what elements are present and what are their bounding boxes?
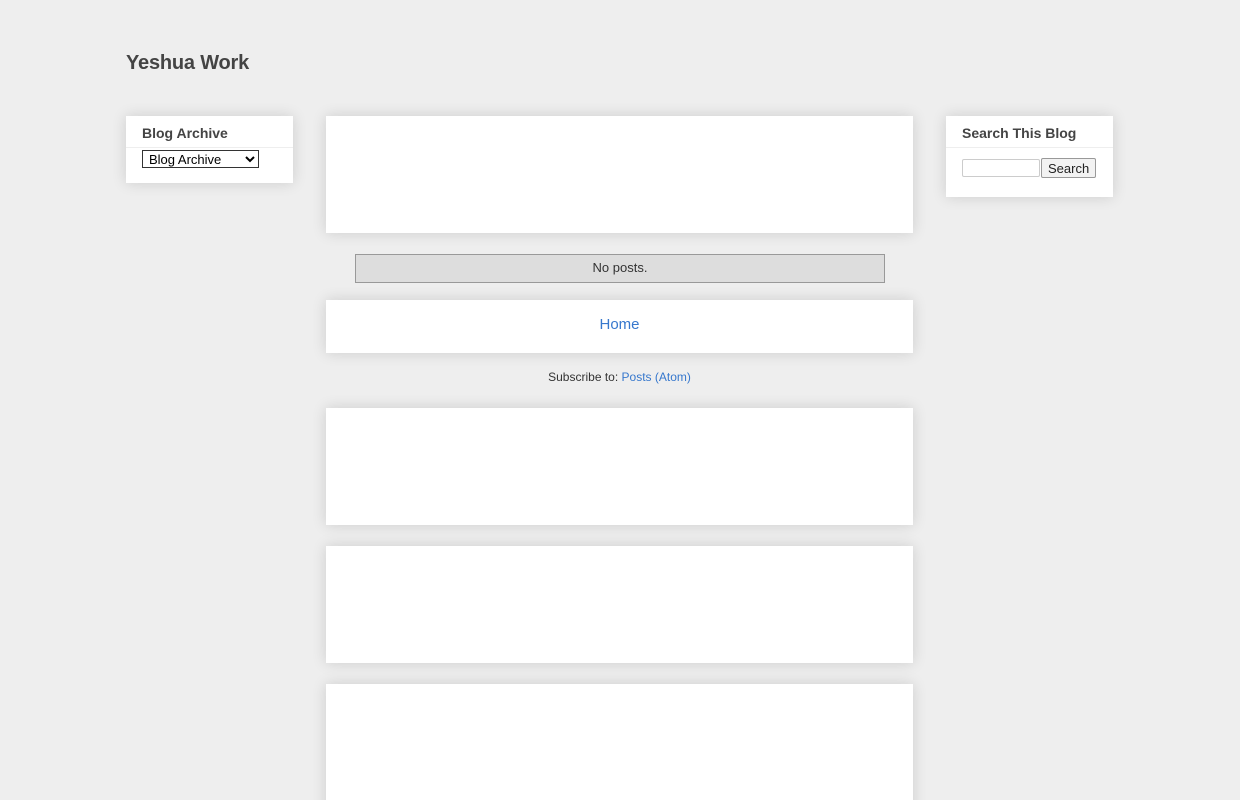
blog-page: Yeshua Work Blog Archive Blog Archive No… [0,0,1240,800]
main-panel-2 [326,546,913,663]
search-widget: Search This Blog Search [946,116,1113,197]
posts-atom-link[interactable]: Posts (Atom) [622,370,691,384]
blog-archive-select[interactable]: Blog Archive [142,150,259,168]
search-widget-title: Search This Blog [946,116,1113,148]
blog-pager: Home [326,300,913,353]
main-panel-3 [326,684,913,800]
search-button[interactable]: Search [1041,158,1097,178]
blog-archive-widget: Blog Archive Blog Archive [126,116,293,183]
blog-title[interactable]: Yeshua Work [126,52,249,75]
main-top-panel [326,116,913,233]
home-link[interactable]: Home [599,316,639,333]
subscribe-label: Subscribe to: [548,370,619,384]
search-form: Search [962,158,1097,178]
search-input[interactable] [962,159,1040,177]
no-posts-message: No posts. [355,254,885,283]
subscribe-feed: Subscribe to: Posts (Atom) [326,370,913,384]
blog-archive-title: Blog Archive [126,116,293,148]
main-panel-1 [326,408,913,525]
